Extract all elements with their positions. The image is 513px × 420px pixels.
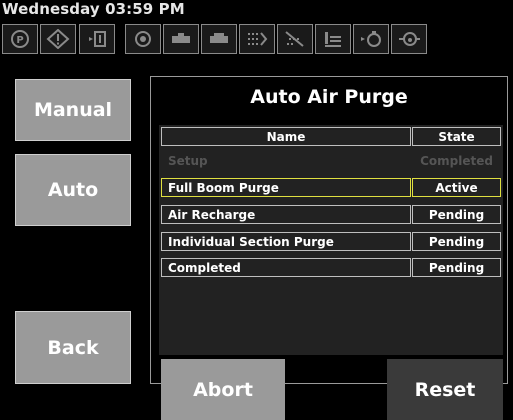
step-state: Pending — [412, 258, 501, 277]
rinse-icon[interactable] — [315, 24, 351, 54]
auto-air-purge-panel: Auto Air Purge Name State Setup Complete… — [150, 76, 508, 420]
back-button[interactable]: Back — [15, 311, 131, 384]
step-name: Individual Section Purge — [161, 232, 411, 251]
flow-valve-icon[interactable] — [353, 24, 389, 54]
step-state: Completed — [420, 153, 493, 168]
icon-toolbar: P — [0, 20, 513, 60]
step-name: Full Boom Purge — [161, 178, 411, 197]
auto-button[interactable]: Auto — [15, 154, 131, 226]
status-bar: Wednesday 03:59 PM — [0, 0, 513, 20]
table-row[interactable]: Completed Pending — [159, 258, 503, 277]
abort-button[interactable]: Abort — [161, 359, 285, 420]
step-state: Pending — [412, 205, 501, 224]
step-name: Setup — [168, 153, 208, 168]
parking-icon[interactable]: P — [2, 24, 38, 54]
column-header-name: Name — [161, 127, 411, 146]
step-state: Active — [412, 178, 501, 197]
purge-steps-table: Name State Setup Completed Full Boom Pur… — [159, 125, 503, 420]
nozzle-fill-icon[interactable] — [201, 24, 237, 54]
warning-diamond-icon[interactable] — [40, 24, 76, 54]
section-flow-icon[interactable] — [239, 24, 275, 54]
step-state: Pending — [412, 232, 501, 251]
svg-text:P: P — [16, 35, 23, 46]
table-header: Name State — [159, 127, 503, 146]
tank-valve-icon[interactable] — [79, 24, 115, 54]
table-row[interactable]: Individual Section Purge Pending — [159, 232, 503, 251]
datetime-label: Wednesday 03:59 PM — [2, 0, 185, 18]
table-row[interactable]: Setup Completed — [159, 151, 503, 170]
reset-button[interactable]: Reset — [387, 359, 503, 420]
boom-spray-icon[interactable] — [277, 24, 313, 54]
table-row[interactable]: Full Boom Purge Active — [159, 178, 503, 197]
nozzle-icon[interactable] — [163, 24, 199, 54]
table-row[interactable]: Air Recharge Pending — [159, 205, 503, 224]
manual-button[interactable]: Manual — [15, 79, 131, 141]
drip-valve-icon[interactable] — [391, 24, 427, 54]
step-name: Completed — [161, 258, 411, 277]
step-name: Air Recharge — [161, 205, 411, 224]
pump-icon[interactable] — [125, 24, 161, 54]
panel-title: Auto Air Purge — [250, 86, 408, 108]
column-header-state: State — [412, 127, 501, 146]
